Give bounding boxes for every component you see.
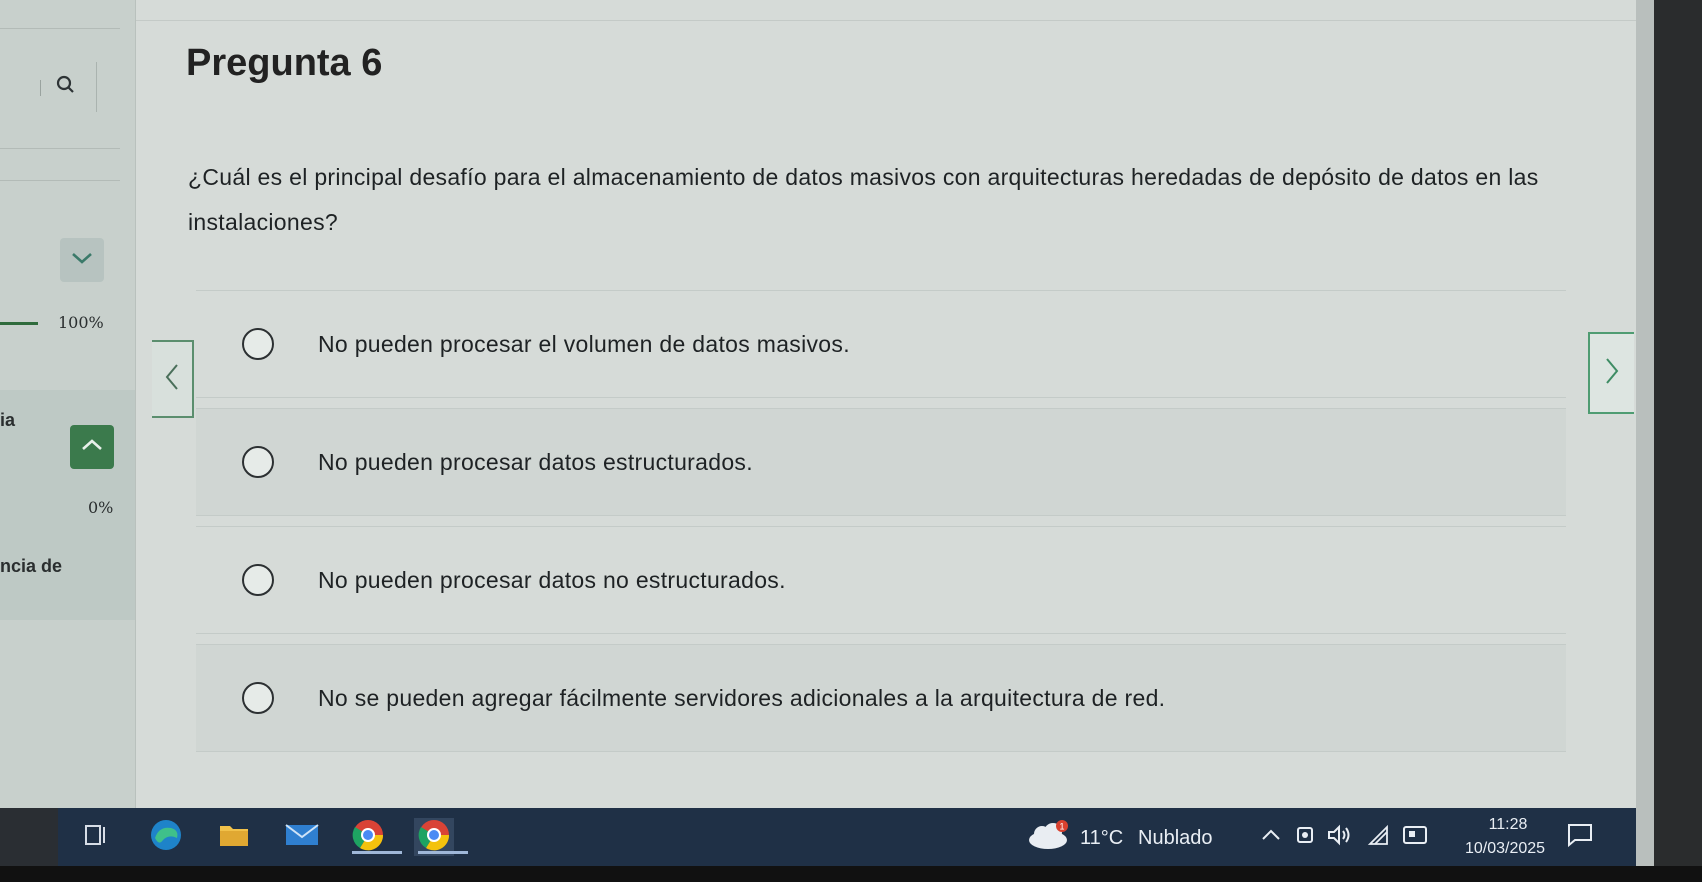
top-divider bbox=[136, 20, 1636, 21]
sidebar-section-title: ia bbox=[0, 410, 16, 430]
weather-badge: 1 bbox=[1059, 822, 1064, 832]
taskbar-mail-button[interactable] bbox=[282, 818, 322, 856]
answer-option-label: No pueden procesar el volumen de datos m… bbox=[318, 330, 850, 357]
sidebar-progress-label: 100% bbox=[58, 313, 104, 332]
sidebar-progress-zero: 0% bbox=[88, 498, 114, 517]
answer-option-4[interactable]: No se pueden agregar fácilmente servidor… bbox=[196, 644, 1566, 752]
taskbar-edge-button[interactable] bbox=[146, 818, 186, 856]
weather-widget[interactable]: 1 bbox=[1026, 820, 1070, 855]
next-question-button[interactable] bbox=[1588, 332, 1634, 414]
previous-question-button[interactable] bbox=[152, 340, 194, 418]
chevron-left-icon bbox=[164, 362, 180, 397]
answer-option-label: No pueden procesar datos no estructurado… bbox=[318, 566, 786, 593]
page-title: Pregunta 6 bbox=[186, 42, 383, 84]
radio-button[interactable] bbox=[242, 564, 274, 596]
monitor-bottom-bezel bbox=[0, 866, 1702, 882]
meet-now-button[interactable] bbox=[1290, 822, 1320, 852]
mail-icon bbox=[285, 822, 319, 853]
radio-button[interactable] bbox=[242, 682, 274, 714]
active-app-indicator bbox=[418, 851, 468, 854]
weather-temperature: 11°C bbox=[1080, 827, 1124, 849]
answer-option-2[interactable]: No pueden procesar datos estructurados. bbox=[196, 408, 1566, 516]
speaker-icon bbox=[1326, 824, 1352, 851]
answer-options: No pueden procesar el volumen de datos m… bbox=[196, 290, 1566, 762]
clock-date[interactable]: 10/03/2025 bbox=[1450, 840, 1560, 858]
sidebar-expand-button[interactable] bbox=[70, 425, 114, 469]
question-text: ¿Cuál es el principal desafío para el al… bbox=[188, 164, 1539, 235]
input-method-button[interactable] bbox=[1400, 822, 1430, 852]
notification-icon bbox=[1566, 824, 1594, 852]
edge-browser-icon bbox=[149, 818, 183, 857]
network-button[interactable] bbox=[1364, 822, 1394, 852]
clock-time[interactable]: 11:28 bbox=[1468, 816, 1548, 834]
left-sidebar: 100% ia 0% ncia de bbox=[0, 0, 136, 808]
search-icon bbox=[55, 74, 77, 101]
sidebar-collapse-button[interactable] bbox=[60, 238, 104, 282]
folder-icon bbox=[218, 822, 250, 853]
radio-button[interactable] bbox=[242, 446, 274, 478]
task-view-button[interactable] bbox=[76, 818, 116, 856]
sidebar-progress-bar bbox=[0, 322, 38, 325]
monitor-frame bbox=[1654, 0, 1702, 882]
cloud-icon: 1 bbox=[1026, 820, 1070, 854]
taskbar-chrome-button[interactable] bbox=[348, 818, 402, 856]
taskbar-chrome-profile-button[interactable] bbox=[414, 818, 468, 856]
task-view-icon bbox=[84, 824, 108, 851]
answer-option-label: No pueden procesar datos estructurados. bbox=[318, 448, 753, 475]
sidebar-search-button[interactable] bbox=[36, 62, 97, 112]
keyboard-icon bbox=[1402, 824, 1428, 851]
sidebar-divider bbox=[0, 180, 120, 181]
chevron-down-icon bbox=[70, 250, 94, 271]
chevron-up-icon bbox=[1261, 828, 1281, 847]
weather-description: Nublado bbox=[1138, 827, 1213, 849]
sidebar-divider bbox=[0, 148, 120, 149]
show-hidden-icons-button[interactable] bbox=[1256, 822, 1286, 852]
radio-button[interactable] bbox=[242, 328, 274, 360]
volume-button[interactable] bbox=[1324, 822, 1354, 852]
sidebar-divider bbox=[0, 28, 120, 29]
windows-taskbar: 1 11°C Nublado 11:28 10/03/2025 bbox=[58, 808, 1636, 866]
camera-icon bbox=[1295, 824, 1315, 851]
sidebar-section bbox=[0, 390, 135, 620]
taskbar-corner bbox=[0, 808, 58, 866]
sidebar-section-title-2: ncia de bbox=[0, 556, 63, 576]
notification-center-button[interactable] bbox=[1566, 822, 1594, 853]
answer-option-3[interactable]: No pueden procesar datos no estructurado… bbox=[196, 526, 1566, 634]
chevron-right-icon bbox=[1604, 356, 1620, 391]
answer-option-1[interactable]: No pueden procesar el volumen de datos m… bbox=[196, 290, 1566, 398]
taskbar-file-explorer-button[interactable] bbox=[214, 818, 254, 856]
question-panel: Pregunta 6 ¿Cuál es el principal desafío… bbox=[136, 0, 1702, 808]
screen-bezel bbox=[1636, 0, 1702, 882]
active-app-indicator bbox=[352, 851, 402, 854]
chevron-up-icon bbox=[80, 437, 104, 458]
answer-option-label: No se pueden agregar fácilmente servidor… bbox=[318, 684, 1166, 711]
wifi-icon bbox=[1367, 824, 1391, 851]
